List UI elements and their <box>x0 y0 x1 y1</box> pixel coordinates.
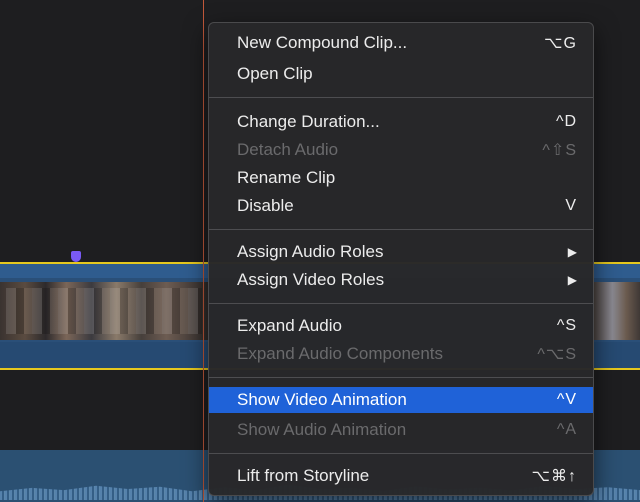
menu-separator <box>209 377 593 378</box>
menu-item-label: Open Clip <box>237 64 313 83</box>
menu-item-label: Assign Audio Roles <box>237 242 384 261</box>
menu-item-shortcut: ⌥G <box>544 35 577 52</box>
menu-separator <box>209 303 593 304</box>
menu-item-open-clip[interactable]: Open Clip <box>209 61 593 87</box>
menu-separator <box>209 229 593 230</box>
playhead[interactable] <box>203 0 204 502</box>
clip-thumbnails-left <box>0 282 208 340</box>
menu-item-rename-clip[interactable]: Rename Clip <box>209 165 593 191</box>
menu-item-label: Lift from Storyline <box>237 466 370 485</box>
menu-separator <box>209 97 593 98</box>
clip-thumbnails-right <box>594 282 640 340</box>
menu-item-shortcut: ⌥⌘↑ <box>531 468 577 485</box>
menu-separator <box>209 453 593 454</box>
context-menu: New Compound Clip... ⌥G Open Clip Change… <box>208 22 594 496</box>
submenu-arrow-icon: ▶ <box>567 273 577 287</box>
menu-item-label: Expand Audio Components <box>237 344 444 363</box>
menu-item-disable[interactable]: Disable V <box>209 193 593 219</box>
menu-item-shortcut: ^V <box>556 391 577 408</box>
menu-item-lift-from-storyline[interactable]: Lift from Storyline ⌥⌘↑ <box>209 463 593 489</box>
menu-item-shortcut: ^⇧S <box>542 142 577 159</box>
menu-item-shortcut: ^S <box>556 317 577 334</box>
menu-item-expand-audio-components: Expand Audio Components ^⌥S <box>209 341 593 367</box>
menu-item-shortcut: ^D <box>555 113 577 130</box>
menu-item-label: Show Audio Animation <box>237 420 407 439</box>
menu-item-change-duration[interactable]: Change Duration... ^D <box>209 109 593 135</box>
menu-item-label: Rename Clip <box>237 168 336 187</box>
menu-item-shortcut: V <box>565 197 577 214</box>
menu-item-label: Expand Audio <box>237 316 342 335</box>
menu-item-label: Show Video Animation <box>237 390 407 409</box>
menu-item-shortcut: ^A <box>556 421 577 438</box>
menu-item-detach-audio: Detach Audio ^⇧S <box>209 137 593 163</box>
menu-item-label: Assign Video Roles <box>237 270 385 289</box>
menu-item-shortcut: ^⌥S <box>537 346 577 363</box>
menu-item-show-video-animation[interactable]: Show Video Animation ^V <box>209 387 593 413</box>
submenu-arrow-icon: ▶ <box>567 245 577 259</box>
menu-item-new-compound-clip[interactable]: New Compound Clip... ⌥G <box>209 30 593 56</box>
menu-item-label: Change Duration... <box>237 112 380 131</box>
marker-icon[interactable] <box>71 251 81 262</box>
menu-item-show-audio-animation: Show Audio Animation ^A <box>209 417 593 443</box>
menu-item-assign-audio-roles[interactable]: Assign Audio Roles ▶ <box>209 239 593 265</box>
menu-item-assign-video-roles[interactable]: Assign Video Roles ▶ <box>209 267 593 293</box>
menu-item-expand-audio[interactable]: Expand Audio ^S <box>209 313 593 339</box>
menu-item-label: New Compound Clip... <box>237 33 408 52</box>
menu-item-label: Detach Audio <box>237 140 339 159</box>
menu-item-label: Disable <box>237 196 294 215</box>
